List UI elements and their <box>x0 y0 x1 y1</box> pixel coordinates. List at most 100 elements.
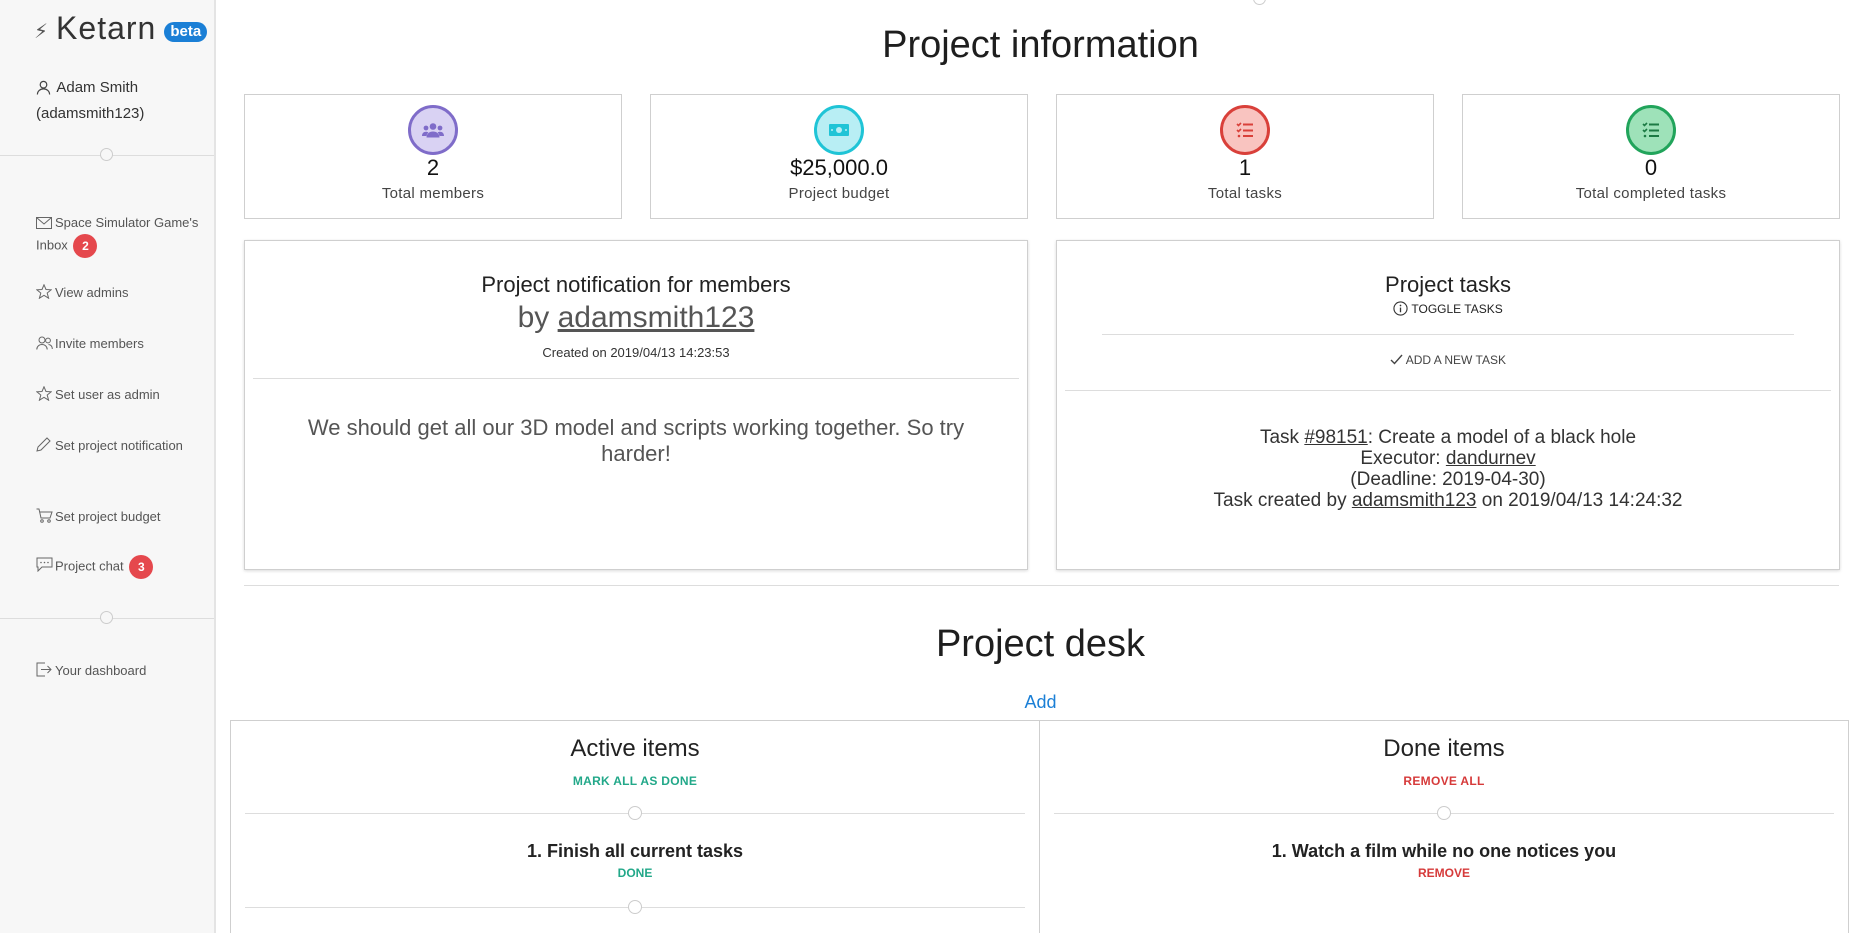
created-prefix: Task created by <box>1213 490 1352 511</box>
task-executor: Executor: dandurnev <box>1057 448 1839 469</box>
stat-card-tasks: 1 Total tasks <box>1056 94 1434 219</box>
beta-badge: beta <box>164 21 208 42</box>
author-link[interactable]: adamsmith123 <box>558 301 755 334</box>
star-icon <box>35 283 54 300</box>
envelope-icon <box>36 214 54 229</box>
members-label: Total members <box>381 185 485 202</box>
task-created: Task created by adamsmith123 on 2019/04/… <box>1057 490 1839 511</box>
user-name: Adam Smith <box>56 79 139 96</box>
completed-label: Total completed tasks <box>1575 185 1727 202</box>
cart-icon <box>36 508 54 523</box>
sidebar-item-label: Set project budget <box>55 509 161 524</box>
divider-dot <box>628 900 642 914</box>
money-icon <box>814 105 864 155</box>
sidebar-item-label: Space Simulator Game's Inbox <box>36 215 199 253</box>
executor-link[interactable]: dandurnev <box>1446 448 1536 469</box>
sidebar-item-set-notification[interactable]: Set project notification <box>36 435 206 457</box>
notification-title: Project notification for members <box>481 272 791 297</box>
brand[interactable]: ⚡ Ketarn beta <box>34 10 208 47</box>
sidebar-item-project-chat[interactable]: Project chat 3 <box>36 555 206 579</box>
add-task-label: ADD A NEW TASK <box>1405 353 1506 367</box>
bolt-icon: ⚡ <box>34 21 49 43</box>
tasks-panel: Project tasks TOGGLE TASKS ADD A NEW TAS… <box>1056 240 1840 570</box>
task-prefix: Task <box>1259 427 1305 448</box>
created-suffix: on 2019/04/13 14:24:32 <box>1476 490 1683 511</box>
active-items-column: Active items MARK ALL AS DONE 1. Finish … <box>230 720 1040 933</box>
sidebar-item-label: Invite members <box>55 336 144 351</box>
inbox-count-badge: 2 <box>73 234 98 258</box>
sidebar: ⚡ Ketarn beta Adam Smith (adamsmith123) … <box>0 0 216 933</box>
main-content: Project information 2 Total members $25,… <box>218 0 1863 933</box>
sign-out-icon <box>36 662 54 677</box>
notification-date: Created on 2019/04/13 14:23:53 <box>542 345 730 360</box>
remove-all-button[interactable]: REMOVE ALL <box>1040 774 1848 788</box>
task-deadline: (Deadline: 2019-04-30) <box>1350 469 1546 490</box>
project-desk-title: Project desk <box>935 623 1146 665</box>
sidebar-item-label: Set user as admin <box>55 387 160 402</box>
sidebar-item-set-admin[interactable]: Set user as admin <box>35 384 206 406</box>
stat-card-completed: 0 Total completed tasks <box>1462 94 1840 219</box>
active-items-title: Active items <box>570 735 700 762</box>
notification-author: by adamsmith123 <box>245 301 1027 335</box>
tasks-count: 1 <box>1238 155 1252 180</box>
divider <box>253 378 1019 379</box>
task-list-icon <box>1626 105 1676 155</box>
add-task-button[interactable]: ADD A NEW TASK <box>1057 353 1839 367</box>
brand-name: Ketarn <box>56 10 157 46</box>
sidebar-item-view-admins[interactable]: View admins <box>35 282 206 304</box>
divider-dot <box>100 148 113 161</box>
task-item: Task #98151: Create a model of a black h… <box>1057 427 1839 511</box>
stat-card-members: 2 Total members <box>244 94 622 219</box>
task-list-icon <box>1220 105 1270 155</box>
toggle-tasks-label: TOGGLE TASKS <box>1411 302 1503 316</box>
divider <box>1102 334 1794 335</box>
sidebar-item-dashboard[interactable]: Your dashboard <box>36 660 206 682</box>
sidebar-item-label: Set project notification <box>55 438 183 453</box>
user-handle: (adamsmith123) <box>36 105 145 122</box>
task-heading: Task #98151: Create a model of a black h… <box>1057 427 1839 448</box>
active-item: 1. Finish all current tasks <box>526 841 744 861</box>
sidebar-item-set-budget[interactable]: Set project budget <box>36 506 206 528</box>
sidebar-item-invite-members[interactable]: Invite members <box>36 333 206 355</box>
user-icon <box>36 79 51 102</box>
tasks-label: Total tasks <box>1207 185 1283 202</box>
tasks-title: Project tasks <box>1385 272 1511 297</box>
sidebar-item-label: Your dashboard <box>55 663 147 678</box>
divider-dot <box>1437 806 1451 820</box>
check-icon <box>1390 353 1406 367</box>
by-prefix: by <box>517 301 550 334</box>
toggle-tasks-button[interactable]: TOGGLE TASKS <box>1057 301 1839 316</box>
executor-label: Executor: <box>1360 448 1446 469</box>
mark-all-done-button[interactable]: MARK ALL AS DONE <box>231 774 1039 788</box>
done-button[interactable]: DONE <box>231 866 1039 880</box>
done-items-title: Done items <box>1383 735 1505 762</box>
user-info: Adam Smith (adamsmith123) <box>36 76 206 125</box>
divider <box>1065 390 1831 391</box>
pencil-icon <box>36 437 54 452</box>
chat-count-badge: 3 <box>129 555 154 579</box>
creator-link[interactable]: adamsmith123 <box>1352 490 1477 511</box>
divider-dot <box>628 806 642 820</box>
info-icon <box>1393 301 1411 316</box>
done-items-column: Done items REMOVE ALL 1. Watch a film wh… <box>1039 720 1849 933</box>
users-icon <box>408 105 458 155</box>
budget-value: $25,000.0 <box>790 155 888 180</box>
add-desk-item-link[interactable]: Add <box>218 692 1863 713</box>
chat-icon <box>36 557 54 573</box>
task-name: : Create a model of a black hole <box>1367 427 1637 448</box>
stat-card-budget: $25,000.0 Project budget <box>650 94 1028 219</box>
task-id-link[interactable]: #98151 <box>1304 427 1367 448</box>
notification-panel: Project notification for members by adam… <box>244 240 1028 570</box>
done-item: 1. Watch a film while no one notices you <box>1271 841 1617 861</box>
divider-dot <box>100 611 113 624</box>
notification-message: We should get all our 3D model and scrip… <box>307 415 965 466</box>
members-count: 2 <box>426 155 440 180</box>
completed-count: 0 <box>1644 155 1658 180</box>
star-icon <box>35 385 54 402</box>
remove-button[interactable]: REMOVE <box>1040 866 1848 880</box>
sidebar-item-inbox[interactable]: Space Simulator Game's Inbox 2 <box>36 212 206 258</box>
divider-dot <box>1253 0 1266 5</box>
users-icon <box>36 335 54 350</box>
divider <box>244 585 1839 586</box>
project-information-title: Project information <box>882 24 1199 66</box>
